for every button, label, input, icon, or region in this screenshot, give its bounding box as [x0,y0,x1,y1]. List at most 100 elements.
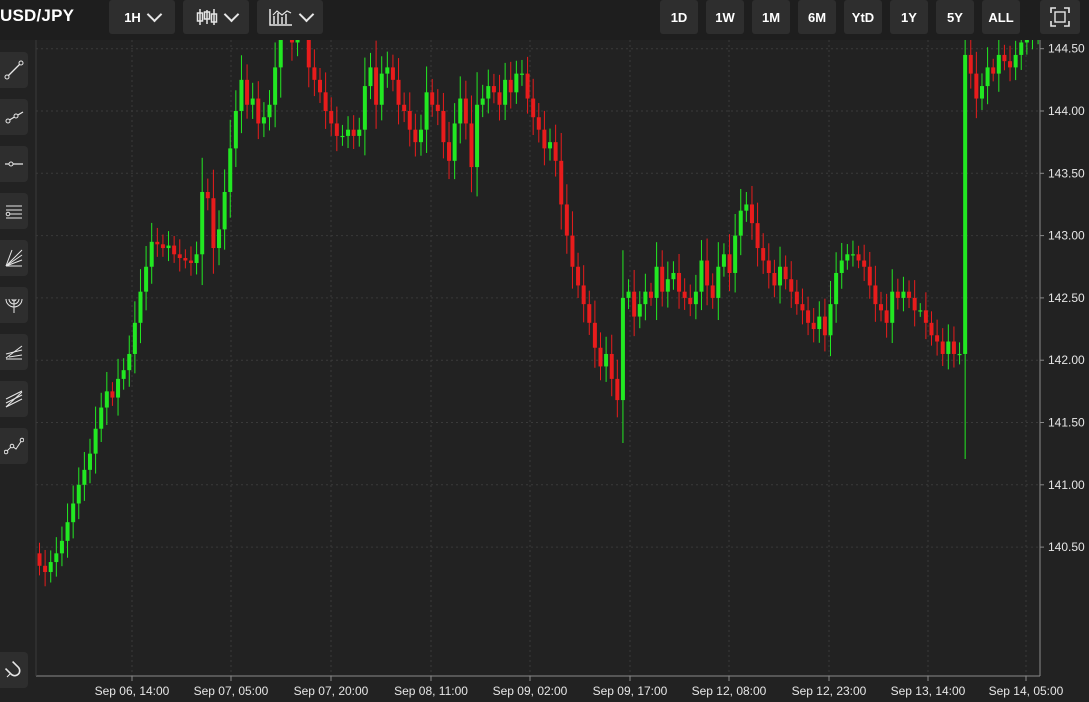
candle-body [435,104,440,111]
tool-gann-fan[interactable] [0,381,28,417]
x-tick-label: Sep 13, 14:00 [891,684,966,698]
candle-body [587,304,592,323]
candle-body [177,254,182,259]
candle-body [222,191,227,230]
candle-body [357,129,362,136]
candle-body [564,204,569,236]
candle-body [289,40,294,43]
tool-magnet[interactable] [0,652,28,688]
candle-body [239,79,244,111]
tool-fib-fan[interactable] [0,240,28,276]
candle-body [985,67,990,87]
candle-body [531,98,536,118]
candle-body [879,304,883,311]
candle-body [749,204,754,224]
candle-body [1024,40,1029,43]
tool-path[interactable] [0,428,28,464]
candle-body [368,67,373,87]
candle-body [794,291,799,305]
candle-body [211,198,216,249]
candle-body [110,391,115,398]
candle-body [783,266,788,280]
candle-body [940,341,945,354]
candle-body [772,272,777,286]
trend-line-icon [4,60,24,80]
range-button-1m[interactable]: 1M [752,0,790,34]
candle-body [323,92,328,111]
candle-body [43,565,48,573]
x-tick-label: Sep 09, 02:00 [493,684,568,698]
range-button-6m[interactable]: 6M [798,0,836,34]
candle-body [778,266,783,286]
candle-body [441,111,446,143]
candle-body [845,254,850,261]
candle-body [542,129,547,149]
range-button-all[interactable]: ALL [982,0,1020,34]
candle-body [205,191,210,199]
price-chart[interactable]: 140.50 141.00 141.50 142.00 142.50 143.00 143.… [0,40,1089,702]
candle-body [901,291,906,298]
candle-body [1008,61,1013,68]
candle-body [390,67,395,80]
candle-body [318,79,322,93]
horizontal-line-icon [5,161,23,167]
candle-body [693,291,698,305]
x-tick-label: Sep 12, 08:00 [692,684,767,698]
candle-body [514,73,519,93]
candle-body [806,310,811,323]
candle-body [716,266,721,298]
tool-parallel-channel[interactable] [0,193,28,229]
fullscreen-icon [1050,7,1070,27]
candle-body [570,235,575,267]
candle-body [682,291,687,298]
candle-body [312,67,317,80]
indicators-selector[interactable] [257,0,323,34]
candle-body [907,291,912,298]
candle-body [194,254,199,264]
candle-body [329,111,334,124]
chart-type-selector[interactable] [183,0,249,34]
candle-body [407,111,412,130]
candle-body [609,353,614,379]
candle-body [862,260,867,267]
chart-area[interactable]: 140.50 141.00 141.50 142.00 142.50 143.00 143.… [0,40,1089,702]
range-button-1w[interactable]: 1W [706,0,744,34]
range-button-ytd[interactable]: YtD [844,0,882,34]
parallel-channel-icon [5,205,22,219]
candle-body [991,67,996,74]
candle-body [486,86,491,99]
range-button-1y[interactable]: 1Y [890,0,928,34]
candle-body [677,272,682,292]
candle-body [278,40,283,68]
candle-body [738,210,743,236]
fullscreen-button[interactable] [1040,0,1080,34]
candle-body [766,260,771,273]
candle-body [374,67,379,105]
tool-fib-arc[interactable] [0,287,28,323]
tool-ray[interactable] [0,99,28,135]
candle-body [710,285,715,298]
range-button-1d[interactable]: 1D [660,0,698,34]
tool-pitchfork[interactable] [0,334,28,370]
candle-body [548,142,553,149]
candle-body [458,98,463,124]
candle-body [665,279,670,292]
fib-arc-icon [5,298,23,313]
symbol-label: USD/JPY [0,6,75,25]
interval-selector[interactable]: 1H [109,0,175,34]
candle-body [890,291,895,323]
path-icon [4,437,24,455]
pitchfork-icon [5,345,23,360]
candle-body [912,297,917,311]
candle-body [525,73,530,99]
candle-body [935,335,940,342]
tool-trend-line[interactable] [0,52,28,88]
candle-body [643,291,648,305]
range-button-5y[interactable]: 5Y [936,0,974,34]
candle-body [727,254,732,273]
candle-body [1013,54,1018,68]
candle-body [497,92,502,105]
candle-body [592,322,597,348]
tool-horizontal-line[interactable] [0,146,28,182]
candle-body [200,191,205,255]
